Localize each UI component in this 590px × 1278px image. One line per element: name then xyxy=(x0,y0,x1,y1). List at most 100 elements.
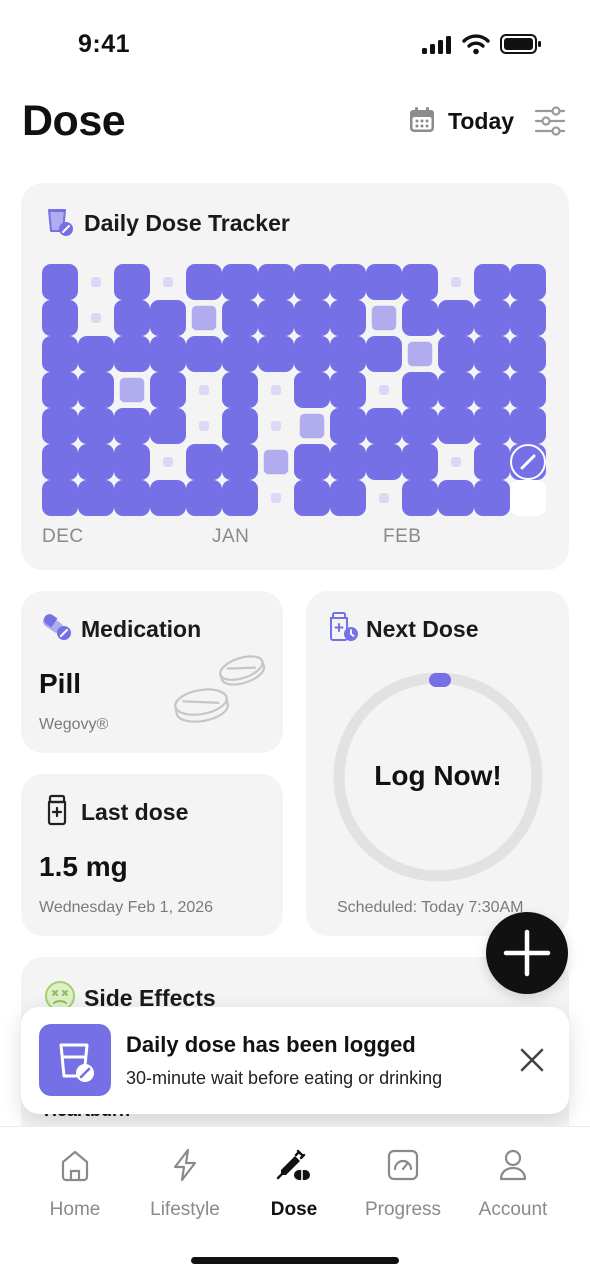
dose-day-missed xyxy=(78,300,114,336)
dose-day-logged xyxy=(402,408,438,444)
calendar-icon[interactable] xyxy=(408,106,436,139)
dose-day-logged xyxy=(222,480,258,516)
dose-day-missed xyxy=(258,480,294,516)
lightning-icon xyxy=(173,1148,197,1182)
dose-day-logged xyxy=(42,372,78,408)
date-filter-today[interactable]: Today xyxy=(448,108,514,135)
dose-day-partial xyxy=(119,377,145,403)
nav-lifestyle[interactable]: Lifestyle xyxy=(130,1148,240,1221)
dose-day-logged xyxy=(186,336,222,372)
medication-value: Pill xyxy=(39,668,82,699)
dose-day-logged xyxy=(474,300,510,336)
dose-day-logged xyxy=(222,336,258,372)
syringe-pill-icon xyxy=(276,1149,310,1180)
dose-day-logged xyxy=(330,408,366,444)
dose-day-logged xyxy=(474,372,510,408)
pill-icon xyxy=(41,613,73,646)
dose-day-logged xyxy=(510,264,546,300)
dose-day-logged xyxy=(294,480,330,516)
dose-day-logged xyxy=(402,300,438,336)
dose-day-logged xyxy=(114,444,150,480)
dose-calendar-grid xyxy=(42,264,546,516)
last-dose-date: Wednesday Feb 1, 2026 xyxy=(39,899,214,916)
dose-day-logged xyxy=(438,300,474,336)
glass-check-icon xyxy=(46,207,74,242)
dose-day-logged xyxy=(474,480,510,516)
page-title: Dose xyxy=(22,97,126,145)
wifi-icon xyxy=(462,33,490,60)
dose-day-missed xyxy=(438,264,474,300)
dose-day-missed xyxy=(438,444,474,480)
dose-day-logged xyxy=(150,300,186,336)
dose-day-logged xyxy=(42,336,78,372)
month-label: DEC xyxy=(42,526,84,547)
home-icon xyxy=(61,1150,89,1182)
dose-day-logged xyxy=(222,264,258,300)
dose-day-logged xyxy=(294,372,330,408)
dose-day-logged xyxy=(294,300,330,336)
nav-account[interactable]: Account xyxy=(458,1148,568,1221)
medicine-bottle-clock-icon xyxy=(328,611,360,648)
dose-day-logged xyxy=(222,408,258,444)
dose-day-logged xyxy=(114,300,150,336)
dose-day-logged xyxy=(474,444,510,480)
dose-day-logged xyxy=(294,336,330,372)
dose-day-logged xyxy=(294,444,330,480)
dose-day-partial xyxy=(263,449,289,475)
add-button[interactable] xyxy=(486,912,568,994)
dose-day-logged xyxy=(330,444,366,480)
dose-day-logged xyxy=(150,336,186,372)
dose-day-missed xyxy=(78,264,114,300)
dose-day-partial xyxy=(371,305,397,331)
dose-day-logged xyxy=(510,372,546,408)
dose-day-logged xyxy=(510,336,546,372)
close-icon[interactable] xyxy=(518,1046,546,1079)
dose-day-logged xyxy=(510,300,546,336)
dose-day-logged xyxy=(330,300,366,336)
edit-pencil-icon[interactable] xyxy=(510,444,546,480)
filter-sliders-icon[interactable] xyxy=(534,106,566,141)
log-now-button[interactable]: Log Now! xyxy=(332,760,544,792)
dose-day-logged xyxy=(78,408,114,444)
dose-day-logged xyxy=(222,300,258,336)
dose-day-logged xyxy=(186,480,222,516)
dose-day-logged xyxy=(402,444,438,480)
toast-glass-icon xyxy=(39,1024,111,1096)
dose-day-logged xyxy=(78,480,114,516)
dose-day-logged xyxy=(510,408,546,444)
dose-day-logged xyxy=(474,336,510,372)
dose-day-missed xyxy=(150,264,186,300)
dose-day-today xyxy=(510,480,546,516)
nav-progress[interactable]: Progress xyxy=(348,1148,458,1221)
next-dose-title: Next Dose xyxy=(366,616,479,642)
dose-day-logged xyxy=(402,372,438,408)
medicine-bottle-icon xyxy=(45,794,69,831)
dose-day-logged xyxy=(114,336,150,372)
dose-day-logged xyxy=(78,336,114,372)
dose-day-logged xyxy=(366,408,402,444)
dose-day-logged xyxy=(438,336,474,372)
dose-day-logged xyxy=(150,372,186,408)
dose-day-logged xyxy=(474,264,510,300)
dose-day-logged xyxy=(366,264,402,300)
dose-day-logged xyxy=(258,300,294,336)
dose-day-logged xyxy=(114,480,150,516)
dose-day-logged xyxy=(366,336,402,372)
medication-brand: Wegovy® xyxy=(39,716,109,733)
dose-day-logged xyxy=(150,480,186,516)
nav-home[interactable]: Home xyxy=(20,1148,130,1221)
dose-day-missed xyxy=(258,372,294,408)
dose-day-logged xyxy=(258,264,294,300)
dose-day-logged xyxy=(330,264,366,300)
dose-day-missed xyxy=(366,480,402,516)
nav-lifestyle-label: Lifestyle xyxy=(150,1199,220,1220)
nav-dose[interactable]: Dose xyxy=(239,1148,349,1221)
pills-illustration-icon xyxy=(172,650,268,739)
dose-day-logged xyxy=(366,444,402,480)
dose-day-logged xyxy=(402,480,438,516)
dose-day-missed xyxy=(366,372,402,408)
dose-day-logged xyxy=(42,444,78,480)
dose-day-partial xyxy=(191,305,217,331)
dose-day-missed xyxy=(186,372,222,408)
dose-day-logged xyxy=(78,372,114,408)
